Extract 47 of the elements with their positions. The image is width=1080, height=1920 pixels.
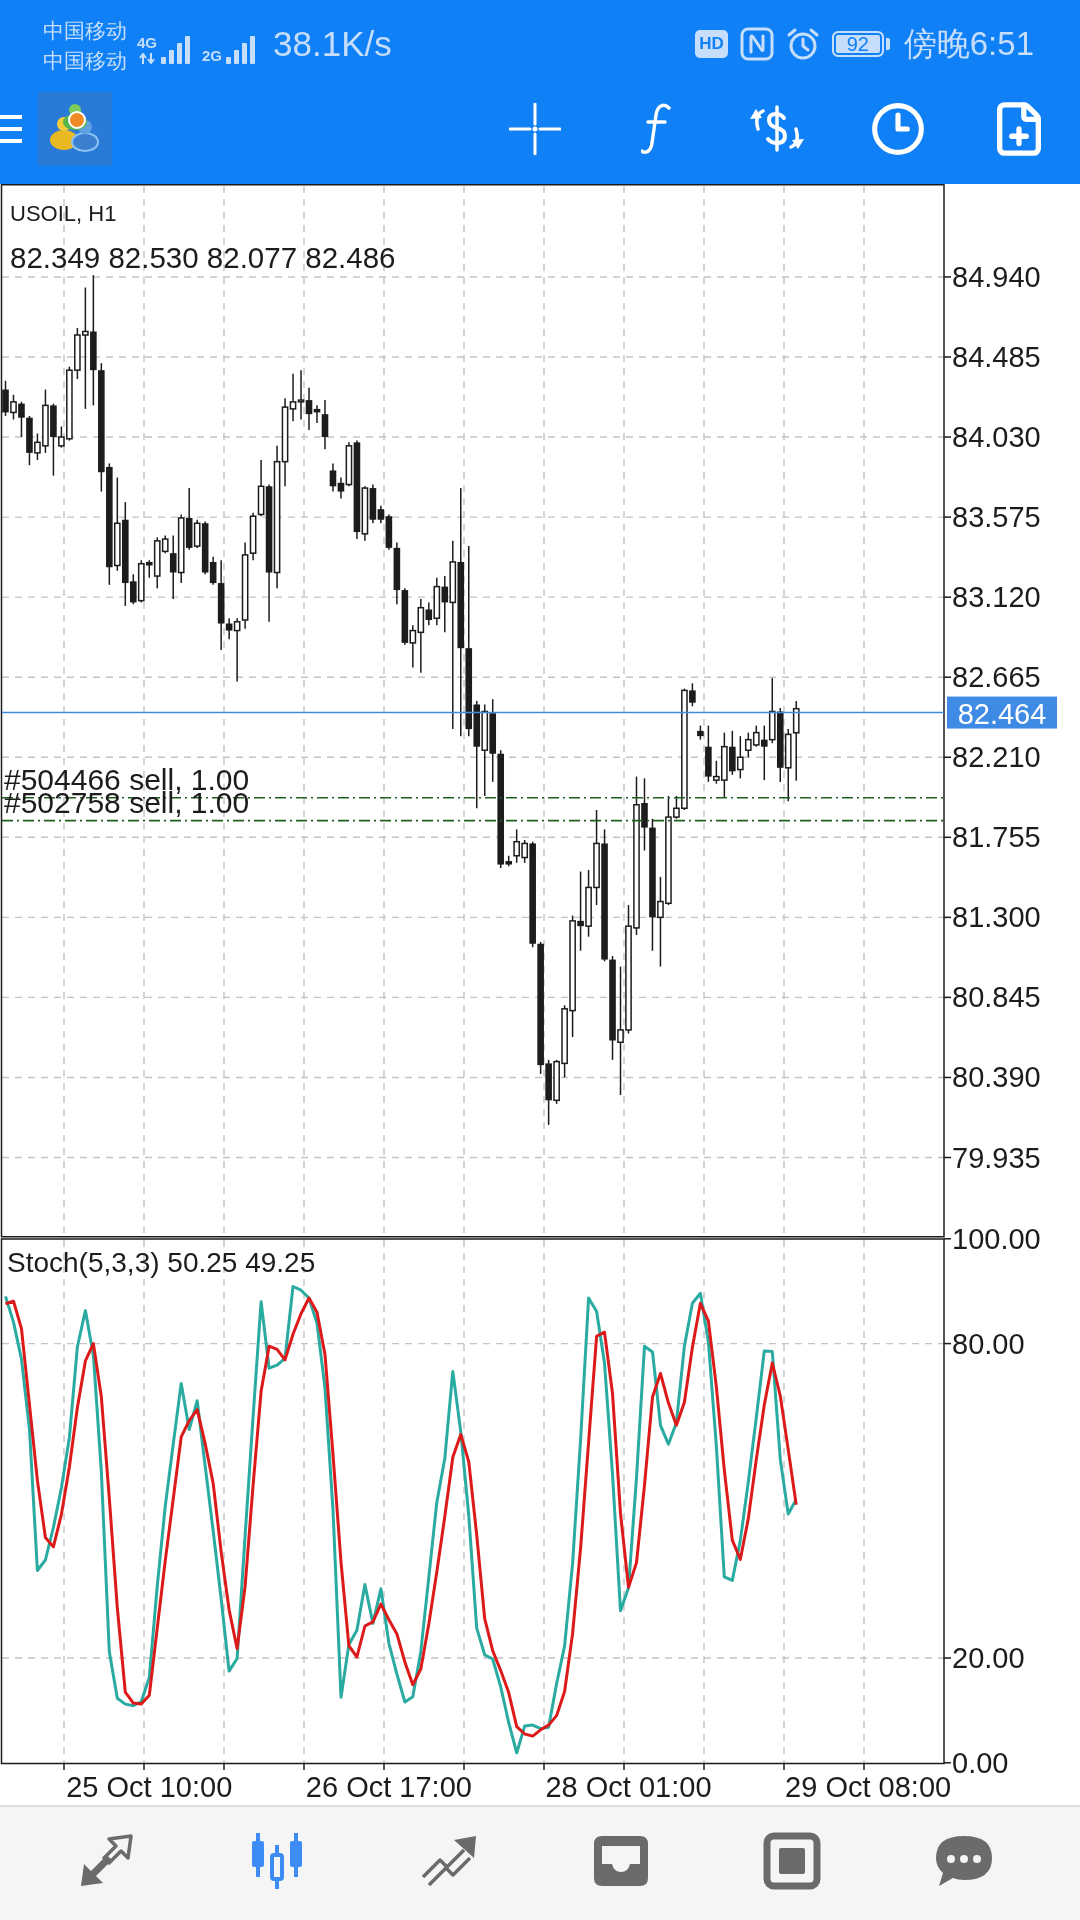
clock-icon xyxy=(870,101,926,157)
indicator-axis-label: 100.00 xyxy=(952,1222,1041,1255)
indicator-axis-label: 80.00 xyxy=(952,1327,1025,1360)
menu-icon[interactable] xyxy=(0,114,24,144)
nfc-icon xyxy=(739,27,774,61)
network-type: 4G xyxy=(137,35,157,51)
time-axis-label: 28 Oct 01:00 xyxy=(545,1771,712,1803)
function-icon xyxy=(641,103,671,155)
crosshair-icon xyxy=(509,103,561,155)
signal-icon xyxy=(225,34,258,64)
time-axis-label: 25 Oct 10:00 xyxy=(66,1771,233,1803)
chat-bubble-icon xyxy=(934,1833,995,1888)
app-logo-icon xyxy=(38,92,112,166)
price-axis-label: 81.755 xyxy=(952,821,1041,854)
price-axis-label: 83.120 xyxy=(952,581,1041,614)
current-price-tag: 82.464 xyxy=(947,696,1057,730)
price-axis-label: 79.935 xyxy=(952,1141,1041,1174)
network-type: 2G xyxy=(202,48,223,64)
price-axis-label: 81.300 xyxy=(952,901,1041,934)
price-axis-label: 84.030 xyxy=(952,421,1041,454)
currency-exchange-icon xyxy=(748,103,806,155)
price-axis-label: 82.665 xyxy=(952,661,1041,694)
indicator-axis-label: 20.00 xyxy=(952,1642,1025,1674)
battery-indicator: 92 xyxy=(831,31,884,57)
network-speed: 38.1K/s xyxy=(273,24,392,64)
price-axis-label: 83.575 xyxy=(952,501,1041,534)
ohlc-values: 82.349 82.530 82.077 82.486 xyxy=(10,240,396,274)
price-axis-label: 80.845 xyxy=(952,981,1041,1014)
status-time: 傍晚6:51 xyxy=(903,23,1034,64)
indicator-label: Stoch(5,3,3) 50.25 49.25 xyxy=(7,1246,316,1278)
hd-badge: HD xyxy=(695,30,728,58)
time-axis-label: 26 Oct 17:00 xyxy=(305,1771,472,1803)
carrier-name: 中国移动 xyxy=(43,19,127,43)
trend-arrow-icon xyxy=(420,1833,479,1888)
carrier-name: 中国移动 xyxy=(43,49,127,73)
indicator-axis-label: 0.00 xyxy=(952,1746,1009,1779)
price-axis-label: 80.390 xyxy=(952,1061,1041,1094)
signal-icon xyxy=(160,34,192,64)
ref-line-label: 82.464 xyxy=(957,697,1047,730)
time-axis-label: 29 Oct 08:00 xyxy=(785,1771,952,1803)
price-axis-label: 84.485 xyxy=(952,341,1041,373)
symbol-label: USOIL, H1 xyxy=(10,200,117,226)
alarm-clock-icon xyxy=(785,27,820,61)
price-axis-label: 82.210 xyxy=(952,741,1041,774)
inbox-icon xyxy=(591,1833,650,1888)
price-axis-label: 84.940 xyxy=(952,260,1041,293)
square-frame-icon xyxy=(763,1831,822,1890)
